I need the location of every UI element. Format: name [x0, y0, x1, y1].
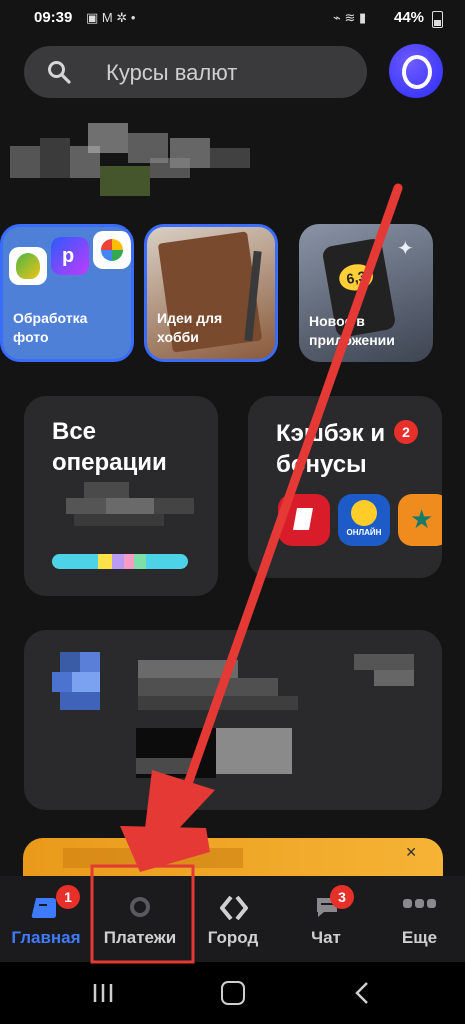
profile-avatar[interactable]: [389, 44, 443, 98]
tab-payments[interactable]: Платежи: [92, 876, 188, 962]
tab-city[interactable]: Город: [188, 876, 278, 962]
signal-icons: ⌁ ≋ ▮: [333, 10, 367, 25]
bottom-nav: 1 Главная Платежи Город 3 Чат Еще: [0, 876, 465, 962]
search-bar[interactable]: Курсы валют: [24, 46, 367, 98]
story-label: Новое в приложении: [309, 313, 395, 348]
story-label: Обработка фото: [13, 310, 88, 345]
city-icon: [220, 895, 248, 921]
tab-more[interactable]: Еще: [374, 876, 465, 962]
sparkle-icon: ✦: [397, 238, 414, 260]
status-bar: 09:39 ▣ M ✲ • ⌁ ≋ ▮ 44%: [0, 0, 465, 36]
notification-icons: ▣ M ✲ •: [86, 10, 136, 25]
search-placeholder: Курсы валют: [106, 60, 238, 85]
censored-account-icon: [52, 652, 112, 712]
censored-amount: [54, 482, 204, 530]
close-icon[interactable]: ✕: [405, 844, 417, 861]
payments-icon: [130, 897, 150, 917]
tab-label: Платежи: [103, 928, 177, 947]
tab-home[interactable]: 1 Главная: [0, 876, 92, 962]
story-app-news[interactable]: 6,3 ✦ Новое в приложении: [299, 224, 433, 362]
card-title: Все операции: [52, 418, 167, 476]
tab-badge: 3: [330, 885, 354, 909]
tab-label: Чат: [311, 928, 341, 947]
tab-label: Еще: [401, 928, 438, 947]
cashback-bonuses-card[interactable]: Кэшбэк и бонусы 2 ОНЛАЙН ★: [248, 396, 442, 578]
search-icon: [48, 61, 71, 84]
partner-logo-online: ОНЛАЙН: [338, 494, 390, 546]
story-hobby-ideas[interactable]: Идеи для хобби: [144, 224, 278, 362]
censored-card-image: [216, 728, 292, 774]
partner-logo-orange: ★: [398, 494, 442, 546]
promo-banner[interactable]: ✕: [23, 838, 443, 878]
home-button-icon[interactable]: [221, 981, 245, 1005]
tab-label: Город: [207, 928, 259, 947]
system-nav-bar: [0, 962, 465, 1024]
home-icon: [31, 898, 56, 918]
back-icon[interactable]: [354, 981, 370, 1005]
account-card[interactable]: [24, 630, 442, 810]
battery-icon: [432, 11, 443, 28]
picsart-icon: p: [51, 237, 89, 275]
tab-chat[interactable]: 3 Чат: [278, 876, 374, 962]
spending-bar: [52, 554, 188, 569]
partner-logo-red: [278, 494, 330, 546]
story-photo-editing[interactable]: p Обработка фото: [0, 224, 134, 362]
tab-label: Главная: [11, 928, 81, 947]
recent-apps-icon[interactable]: [92, 982, 114, 1004]
google-photos-icon: [93, 231, 131, 269]
status-time: 09:39: [34, 9, 73, 26]
censored-greeting: [10, 118, 250, 198]
battery-percent: 44%: [394, 9, 425, 26]
cashback-badge: 2: [394, 420, 418, 444]
story-label: Идеи для хобби: [157, 310, 223, 345]
more-icon: [403, 899, 436, 908]
avatar-letter-icon: [402, 55, 432, 89]
photo-app-icon: [9, 247, 47, 285]
tab-badge: 1: [56, 885, 80, 909]
all-operations-card[interactable]: Все операции: [24, 396, 218, 596]
